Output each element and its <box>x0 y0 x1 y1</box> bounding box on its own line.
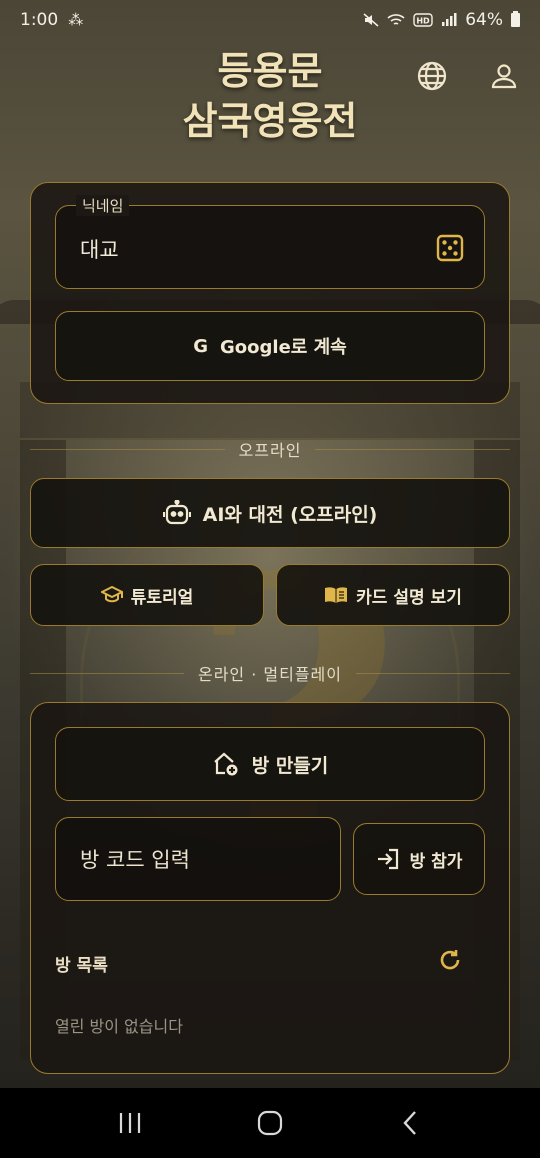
status-right: HD 64% <box>363 10 520 30</box>
header: 등용문 삼국영웅전 <box>0 40 540 143</box>
online-section-title: 온라인 · 멀티플레이 <box>0 661 540 685</box>
google-login-button[interactable]: G Google로 계속 <box>55 311 485 381</box>
nickname-field[interactable]: 닉네임 대교 <box>55 195 485 289</box>
card-guide-label: 카드 설명 보기 <box>356 587 462 608</box>
room-list-title: 방 목록 <box>55 956 108 976</box>
tutorial-button[interactable]: 튜토리얼 <box>30 564 264 626</box>
language-button[interactable] <box>414 58 450 94</box>
divider-line <box>315 448 511 450</box>
user-icon <box>491 64 517 89</box>
tutorial-label: 튜토리얼 <box>130 587 194 608</box>
home-icon <box>257 1110 283 1136</box>
status-bar: 1:00 ⁂ HD 64% <box>0 0 540 40</box>
svg-text:HD: HD <box>417 17 431 26</box>
home-button[interactable] <box>250 1103 290 1143</box>
empty-room-message: 열린 방이 없습니다 <box>55 1017 183 1036</box>
refresh-icon <box>440 950 460 970</box>
online-section-label: 온라인 · 멀티플레이 <box>197 665 343 684</box>
recent-apps-button[interactable] <box>110 1103 150 1143</box>
back-chevron-icon <box>403 1111 416 1135</box>
status-time: 1:00 <box>20 10 59 30</box>
add-home-icon <box>213 752 238 776</box>
battery-percent: 64% <box>465 10 503 30</box>
nickname-input[interactable]: 대교 <box>80 234 119 264</box>
join-room-button[interactable]: 방 참가 <box>353 823 485 895</box>
hd-icon: HD <box>413 13 433 27</box>
login-panel: 닉네임 대교 G Google로 계속 <box>30 182 510 404</box>
wifi-icon <box>387 14 405 25</box>
create-room-label: 방 만들기 <box>251 754 329 777</box>
robot-icon <box>162 500 191 525</box>
mute-icon <box>363 13 379 27</box>
online-panel: 방 만들기 방 코드 입력 방 참가 방 목록 열린 방이 없습니다 <box>30 702 510 1074</box>
app-title-line1: 등용문 <box>217 48 323 93</box>
offline-section-title: 오프라인 <box>0 437 540 461</box>
recent-apps-icon <box>119 1113 141 1133</box>
dice-icon <box>436 234 464 262</box>
google-icon: G <box>193 335 209 357</box>
globe-icon <box>417 61 447 91</box>
divider-line <box>30 672 184 674</box>
app-notification-icon: ⁂ <box>68 11 84 29</box>
nickname-label: 닉네임 <box>76 195 130 216</box>
join-room-label: 방 참가 <box>409 851 463 872</box>
login-arrow-icon <box>377 848 398 870</box>
offline-section-label: 오프라인 <box>238 441 302 460</box>
divider-line <box>356 672 510 674</box>
random-nickname-button[interactable] <box>436 234 464 262</box>
google-login-label: Google로 계속 <box>220 337 347 358</box>
divider-line <box>30 448 225 450</box>
ai-battle-label: AI와 대전 (오프라인) <box>202 503 378 526</box>
signal-icon <box>442 13 457 26</box>
refresh-room-list-button[interactable] <box>435 945 465 975</box>
profile-button[interactable] <box>486 58 522 94</box>
battery-icon <box>511 11 520 27</box>
card-guide-button[interactable]: 카드 설명 보기 <box>276 564 510 626</box>
room-code-input[interactable]: 방 코드 입력 <box>55 817 341 901</box>
book-icon <box>325 587 348 603</box>
back-button[interactable] <box>390 1103 430 1143</box>
system-nav-bar <box>0 1088 540 1158</box>
app-title-line2: 삼국영웅전 <box>182 98 358 143</box>
ai-battle-button[interactable]: AI와 대전 (오프라인) <box>30 478 510 548</box>
graduation-cap-icon <box>100 586 123 603</box>
create-room-button[interactable]: 방 만들기 <box>55 727 485 801</box>
